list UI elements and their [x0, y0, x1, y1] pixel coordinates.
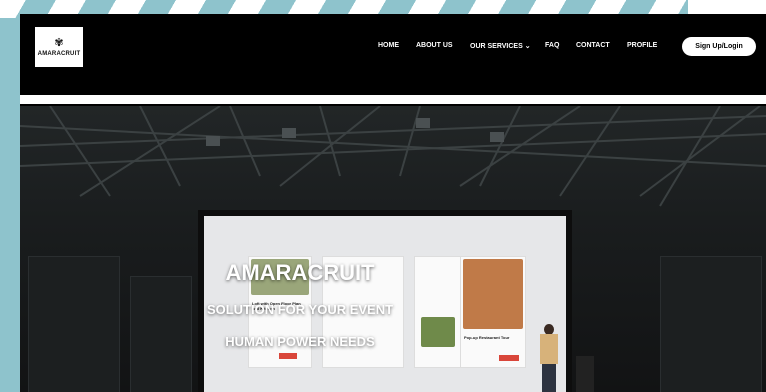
hero-title: AMARACRUIT	[225, 260, 375, 285]
nav-item-services[interactable]: OUR SERVICES ⌄	[470, 42, 531, 50]
nav-link-services[interactable]: OUR SERVICES ⌄	[470, 42, 531, 50]
nav-item-faq[interactable]: FAQ	[545, 42, 559, 49]
nav-link-about[interactable]: ABOUT US	[416, 42, 453, 49]
hero-section: Loft with Open Floor Plan and Kitchen Po…	[20, 106, 766, 392]
right-speaker-stack	[660, 256, 762, 392]
nav-link-faq[interactable]: FAQ	[545, 42, 559, 49]
header-divider-bar	[20, 95, 766, 104]
nav-link-contact[interactable]: CONTACT	[576, 42, 610, 49]
nav-item-about[interactable]: ABOUT US	[416, 42, 453, 49]
card-left-cta	[279, 353, 297, 359]
podium	[576, 356, 594, 392]
website-frame: ✾ AMARACRUIT HOME ABOUT US OUR SERVICES …	[20, 14, 766, 392]
nav-link-profile[interactable]: PROFILE	[627, 42, 657, 49]
hero-subtitle-line1: SOLUTION FOR YOUR EVENT	[206, 302, 394, 317]
site-logo[interactable]: ✾ AMARACRUIT	[35, 27, 83, 67]
presenter-body	[540, 334, 558, 364]
signup-login-button[interactable]: Sign Up/Login	[682, 37, 756, 56]
nav-link-home[interactable]: HOME	[378, 42, 399, 49]
card-right-cta	[499, 355, 519, 361]
top-navbar: ✾ AMARACRUIT HOME ABOUT US OUR SERVICES …	[20, 14, 766, 94]
nav-item-contact[interactable]: CONTACT	[576, 42, 610, 49]
nav-item-home[interactable]: HOME	[378, 42, 399, 49]
presenter-legs	[542, 364, 556, 392]
logo-text: AMARACRUIT	[37, 50, 81, 57]
nav-item-profile[interactable]: PROFILE	[627, 42, 657, 49]
flower-logo-icon: ✾	[54, 36, 64, 49]
hero-subtitle-line2: HUMAN POWER NEEDS	[225, 334, 375, 349]
